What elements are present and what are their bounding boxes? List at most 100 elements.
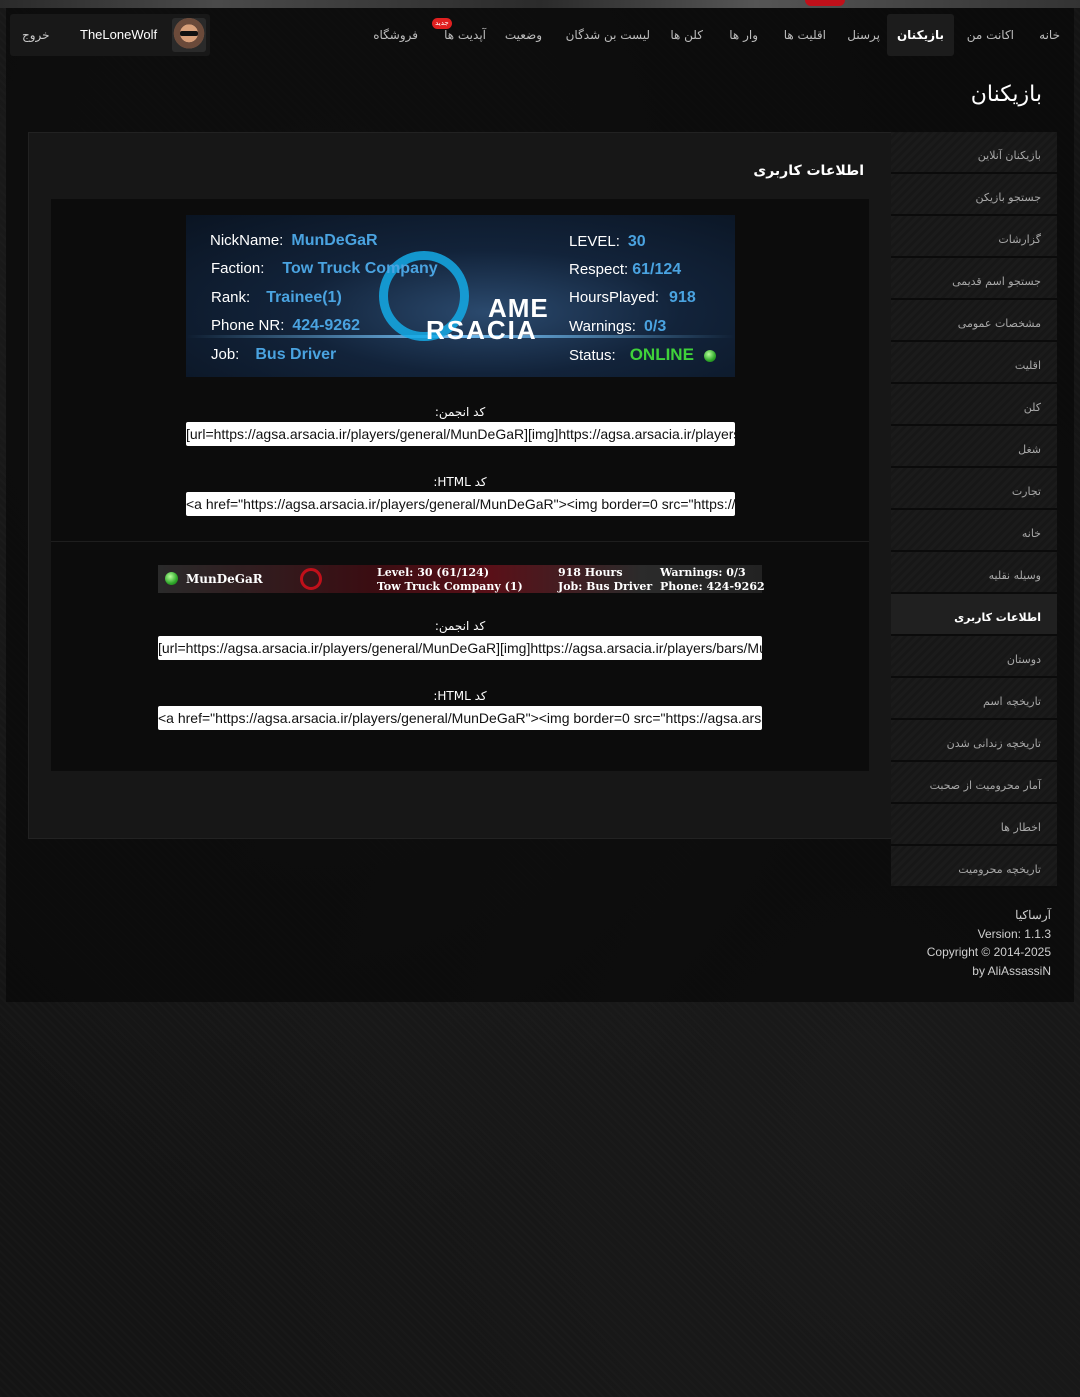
respect-label: Respect:: [569, 261, 629, 278]
hours-value: 918: [669, 289, 696, 306]
banner-warnings-row: Warnings: 0/3: [569, 318, 666, 336]
banner-respect-row: Respect: 61/124: [569, 261, 681, 279]
nav-players[interactable]: بازیکنان: [886, 14, 954, 56]
status-label: Status:: [569, 347, 616, 364]
sidebar-item-job[interactable]: شغل: [891, 426, 1057, 468]
sidebar-item-name-history[interactable]: تاریخچه اسم: [891, 678, 1057, 720]
page-container: خانه اکانت من بازیکنان پرسنل اقلیت ها وا…: [6, 8, 1074, 1002]
sidebar-item-mute-stats[interactable]: آمار محرومیت از صحبت: [891, 762, 1057, 804]
nav-wars[interactable]: وار ها: [719, 14, 768, 56]
bar-warnings: Warnings: 0/3: [660, 566, 746, 579]
banner-level-row: LEVEL: 30: [569, 233, 646, 251]
bar-phone: Phone: 424-9262: [660, 580, 765, 593]
page-title: بازیکنان: [970, 82, 1042, 107]
status-value: ONLINE: [629, 345, 694, 364]
sidebar-item-friends[interactable]: دوستان: [891, 636, 1057, 678]
sidebar-item-jail-history[interactable]: تاریخچه زندانی شدن: [891, 720, 1057, 762]
players-sidebar: بازیکنان آنلاین جستجو بازیکن گزارشات جست…: [891, 132, 1057, 888]
footer-site-name: آرساکیا: [1015, 908, 1051, 922]
footer-copyright: Copyright © 2014-2025: [926, 945, 1051, 959]
nav-my-account[interactable]: اکانت من: [957, 14, 1024, 56]
warnings-value: 0/3: [643, 318, 667, 335]
sidebar-item-old-name-search[interactable]: جستجو اسم قدیمی: [891, 258, 1057, 300]
bar-level: Level: 30 (61/124): [377, 566, 490, 579]
username-link[interactable]: TheLoneWolf: [80, 14, 157, 56]
top-navbar: خانه اکانت من بازیکنان پرسنل اقلیت ها وا…: [6, 8, 1074, 64]
sidebar-item-faction[interactable]: اقلیت: [891, 342, 1057, 384]
banner-hours-row: HoursPlayed: 918: [569, 289, 696, 307]
faction-label: Faction:: [211, 260, 265, 277]
sidebar-item-general-info[interactable]: مشخصات عمومی: [891, 300, 1057, 342]
header-background-strip: [0, 0, 1080, 8]
nav-ban-list[interactable]: لیست بن شدگان: [556, 14, 660, 56]
html-code-field-1[interactable]: <a href="https://agsa.arsacia.ir/players…: [186, 492, 735, 516]
banner-faction-row: Faction: Tow Truck Company: [211, 260, 438, 278]
banner-status-row: Status: ONLINE: [569, 345, 716, 365]
sidebar-item-search-player[interactable]: جستجو بازیکن: [891, 174, 1057, 216]
online-indicator-icon: [703, 350, 716, 363]
forum-code-field-1[interactable]: [url=https://agsa.arsacia.ir/players/gen…: [186, 422, 735, 446]
nav-updates[interactable]: آپدیت ها جدید: [432, 14, 496, 56]
footer-author: by AliAssassiN: [972, 963, 1051, 978]
phone-label: Phone NR:: [211, 317, 285, 334]
warnings-label: Warnings:: [569, 318, 636, 335]
hours-label: HoursPlayed:: [569, 289, 660, 306]
sidebar-item-online-players[interactable]: بازیکنان آنلاین: [891, 132, 1057, 174]
online-indicator-icon: [165, 572, 178, 585]
sidebar-item-user-info[interactable]: اطلاعات کاربری: [891, 594, 1057, 636]
forum-code-text-2: [url=https://agsa.arsacia.ir/players/gen…: [158, 640, 762, 656]
forum-code-text-1: [url=https://agsa.arsacia.ir/players/gen…: [186, 426, 735, 442]
bar-name: MunDeGaR: [186, 572, 263, 586]
level-value: 30: [627, 233, 646, 250]
stats-banner-image: AME RSACIA NickName: MunDeGaR Faction: Tow…: [186, 215, 735, 377]
nav-status[interactable]: وضعیت: [495, 14, 552, 56]
html-code-text-2: <a href="https://agsa.arsacia.ir/players…: [158, 710, 762, 726]
sidebar-item-reports[interactable]: گزارشات: [891, 216, 1057, 258]
user-box: خروج TheLoneWolf: [10, 14, 210, 56]
sidebar-item-house[interactable]: خانه: [891, 510, 1057, 552]
nav-home[interactable]: خانه: [1029, 14, 1070, 56]
new-badge: جدید: [432, 18, 452, 29]
section-divider: [51, 541, 869, 542]
html-code-label-2: کد HTML:: [433, 689, 487, 703]
nav-staff[interactable]: پرسنل: [837, 14, 890, 56]
footer: آرساکیا Version: 1.1.3 Copyright © 2014-…: [927, 906, 1051, 980]
sidebar-item-clan[interactable]: کلن: [891, 384, 1057, 426]
forum-code-label-2: کد انجمن:: [434, 619, 486, 633]
sidebar-item-vehicle[interactable]: وسیله نقلیه: [891, 552, 1057, 594]
signature-section: AME RSACIA NickName: MunDeGaR Faction: Tow…: [51, 199, 869, 771]
job-value: Bus Driver: [255, 346, 337, 363]
avatar[interactable]: [172, 18, 206, 52]
sidebar-item-ban-history[interactable]: تاریخچه محرومیت: [891, 846, 1057, 888]
footer-version: Version: 1.1.3: [977, 926, 1051, 941]
nickname-label: NickName:: [210, 232, 284, 249]
nav-updates-label: آپدیت ها: [444, 28, 486, 42]
logo-text-bottom: RSACIA: [426, 315, 538, 345]
content-panel: اطلاعات کاربری AME RSACIA NickName: MunDe…: [28, 132, 893, 839]
respect-value: 61/124: [632, 261, 682, 278]
bar-hours: 918 Hours: [558, 566, 623, 579]
banner-rank-row: Rank: Trainee(1): [211, 289, 342, 307]
nav-factions[interactable]: اقلیت ها: [774, 14, 836, 56]
game-logo-small: [300, 568, 322, 590]
banner-job-row: Job: Bus Driver: [211, 346, 336, 364]
html-code-label-1: کد HTML:: [433, 475, 487, 489]
nickname-value: MunDeGaR: [291, 232, 378, 249]
faction-value: Tow Truck Company: [282, 260, 438, 277]
nav-shop[interactable]: فروشگاه: [363, 14, 428, 56]
sidebar-item-warnings[interactable]: اخطار ها: [891, 804, 1057, 846]
bar-faction: Tow Truck Company (1): [377, 580, 523, 593]
html-code-text-1: <a href="https://agsa.arsacia.ir/players…: [186, 496, 735, 512]
logout-link[interactable]: خروج: [22, 14, 50, 56]
bar-job: Job: Bus Driver: [558, 580, 653, 593]
rank-label: Rank:: [211, 289, 251, 306]
banner-phone-row: Phone NR: 424-9262: [211, 317, 360, 335]
nav-clans[interactable]: کلن ها: [660, 14, 713, 56]
header-decoration: [805, 0, 845, 6]
forum-code-field-2[interactable]: [url=https://agsa.arsacia.ir/players/gen…: [158, 636, 762, 660]
html-code-field-2[interactable]: <a href="https://agsa.arsacia.ir/players…: [158, 706, 762, 730]
sidebar-item-business[interactable]: تجارت: [891, 468, 1057, 510]
bar-banner-image: MunDeGaR Level: 30 (61/124) Tow Truck Co…: [158, 565, 765, 593]
banner-nickname-row: NickName: MunDeGaR: [210, 232, 378, 250]
level-label: LEVEL:: [569, 233, 620, 250]
